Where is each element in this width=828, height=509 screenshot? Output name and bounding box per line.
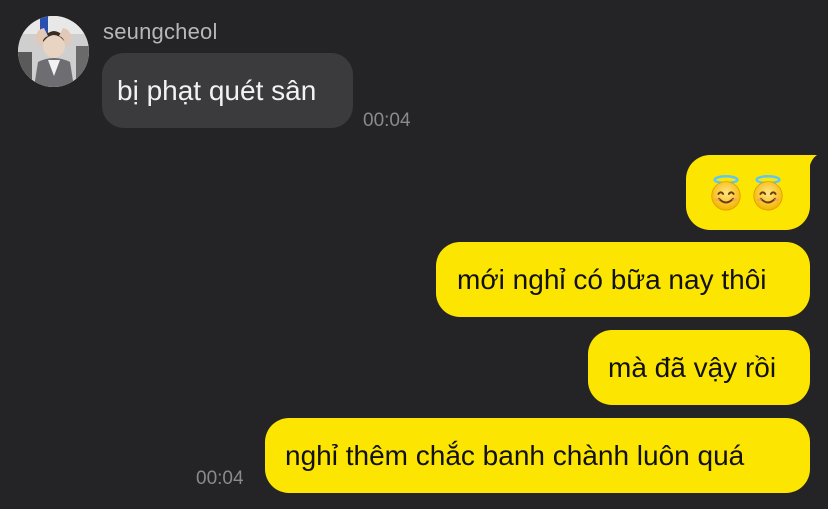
outgoing-message-text: mới nghỉ có bữa nay thôi xyxy=(457,263,767,295)
incoming-message-bubble[interactable]: bị phạt quét sân xyxy=(102,53,353,128)
outgoing-timestamp: 00:04 xyxy=(196,468,244,489)
bubble-tail xyxy=(803,155,817,169)
chat-view: seungcheol bị phạt quét sân 00:04 mới ng… xyxy=(0,0,828,509)
avatar[interactable] xyxy=(18,16,89,87)
sender-name: seungcheol xyxy=(103,19,218,44)
incoming-timestamp: 00:04 xyxy=(363,110,411,131)
outgoing-message-bubble[interactable]: mà đã vậy rồi xyxy=(588,330,810,405)
avatar-photo xyxy=(18,16,89,87)
outgoing-message-text: nghỉ thêm chắc banh chành luôn quá xyxy=(285,439,745,471)
outgoing-message-bubble[interactable]: nghỉ thêm chắc banh chành luôn quá xyxy=(265,418,810,493)
halo-smile-icon xyxy=(711,174,741,210)
outgoing-message-bubble[interactable]: mới nghỉ có bữa nay thôi xyxy=(436,242,810,317)
halo-smile-icon xyxy=(753,174,783,210)
outgoing-message-text: mà đã vậy rồi xyxy=(608,351,777,383)
outgoing-emoji-bubble[interactable] xyxy=(686,155,810,230)
incoming-message-text: bị phạt quét sân xyxy=(117,74,317,106)
